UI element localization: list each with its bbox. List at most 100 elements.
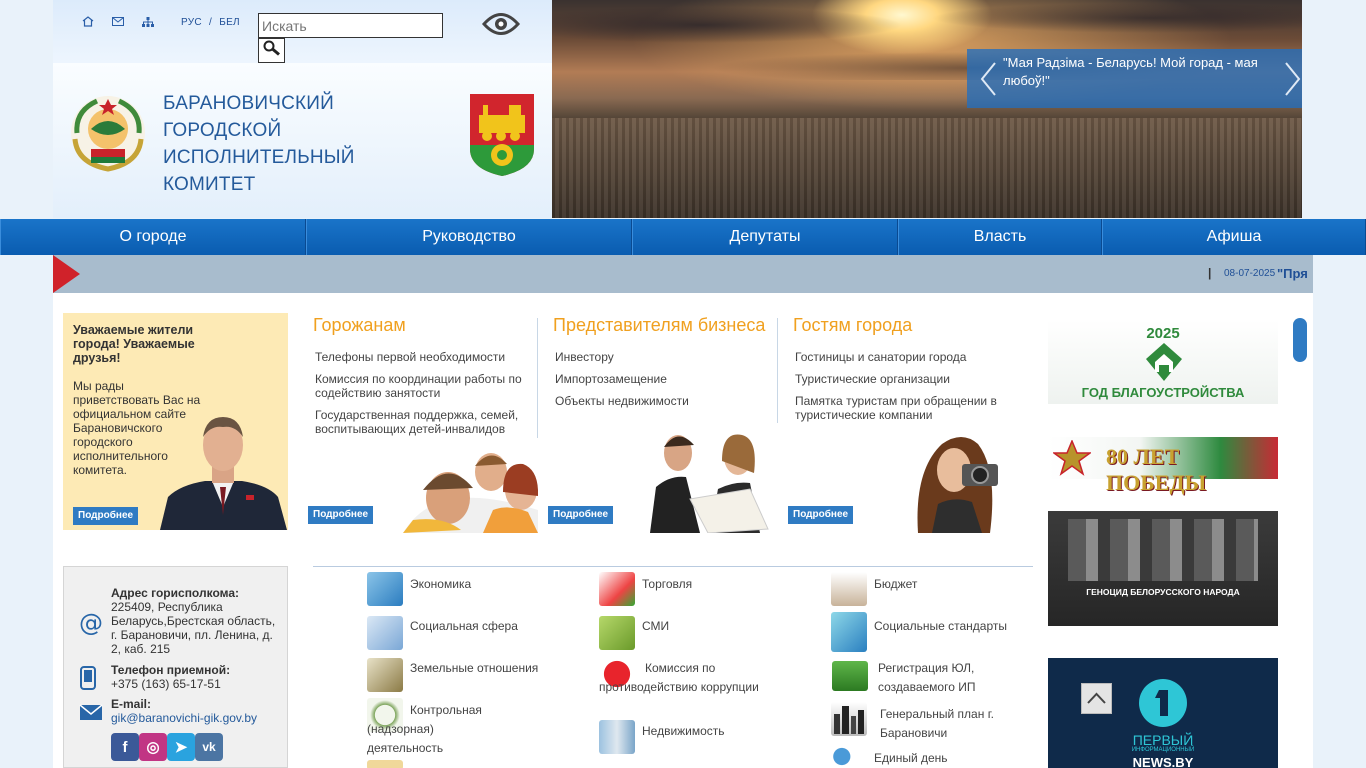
land-relations-icon[interactable] [367, 658, 403, 692]
category-general-plan[interactable]: Генеральный план г. Барановичи [880, 705, 1020, 743]
slide-caption: "Мая Радзіма - Беларусь! Мой горад - мая… [967, 49, 1302, 108]
category-real-estate[interactable]: Недвижимость [642, 722, 802, 741]
phone-label: Телефон приемной: [111, 663, 231, 677]
at-sign-icon: @ [79, 610, 103, 636]
phone-number[interactable]: +375 (163) 65-17-51 [111, 677, 221, 691]
list-item[interactable]: Телефоны первой необходимости [315, 350, 530, 364]
tourist-photo [912, 430, 1020, 533]
single-day-icon[interactable] [831, 745, 867, 768]
vk-icon[interactable]: vk [195, 733, 223, 761]
lang-ru[interactable]: РУС [181, 17, 202, 28]
victory-star-icon [1053, 440, 1091, 476]
category-land[interactable]: Земельные отношения [410, 659, 570, 678]
slide-prev-icon[interactable] [979, 61, 997, 97]
banner-line3: NEWS.BY [1132, 755, 1194, 768]
ticker-separator: | [1208, 266, 1212, 280]
nav-item-events[interactable]: Афиша [1102, 219, 1366, 255]
government-title: БАРАНОВИЧСКИЙ ГОРОДСКОЙ ИСПОЛНИТЕЛЬНЫЙ К… [163, 90, 403, 198]
category-single-day[interactable]: Единый день [874, 749, 1024, 768]
belarus-emblem-icon [67, 93, 149, 173]
archive-photo [1068, 519, 1258, 581]
top-icons [82, 16, 154, 27]
banner-genocide[interactable]: ГЕНОЦИД БЕЛОРУССКОГО НАРОДА [1048, 511, 1278, 626]
list-item[interactable]: Государственная поддержка, семей, воспит… [315, 408, 530, 436]
city-coat-of-arms-icon [469, 93, 535, 177]
sitemap-icon[interactable] [142, 16, 154, 27]
address-label: Адрес горисполкома: [111, 586, 239, 600]
facebook-icon[interactable]: f [111, 733, 139, 761]
category-budget[interactable]: Бюджет [874, 575, 1024, 594]
mail-icon[interactable] [112, 17, 124, 26]
header-photo [552, 0, 1302, 218]
trade-icon[interactable] [599, 572, 635, 606]
address-text: 225409, Республика Беларусь,Брестская об… [111, 600, 276, 656]
nav-item-leadership[interactable]: Руководство [306, 219, 632, 255]
business-more-button[interactable]: Подробнее [548, 506, 614, 524]
category-social[interactable]: Социальная сфера [410, 617, 570, 636]
lang-separator: / [209, 17, 213, 28]
real-estate-icon[interactable] [599, 720, 635, 754]
family-photo [403, 440, 538, 533]
social-standards-icon[interactable] [831, 612, 867, 652]
category-social-standards[interactable]: Социальные стандарты [874, 617, 1024, 636]
email-block: E-mail: gik@baranovichi-gik.gov.by [111, 697, 281, 725]
search-input[interactable] [258, 13, 443, 38]
list-item[interactable]: Инвестору [555, 350, 770, 364]
folder-download-icon[interactable] [832, 661, 868, 691]
accessibility-eye-icon[interactable] [481, 11, 521, 42]
list-item[interactable]: Объекты недвижимости [555, 394, 770, 408]
banner-text: ГЕНОЦИД БЕЛОРУССКОГО НАРОДА [1086, 587, 1240, 597]
banner-improvement-year[interactable]: 2025 ГОД БЛАГОУСТРОЙСТВА [1048, 320, 1278, 404]
nav-item-about-city[interactable]: О городе [0, 219, 306, 255]
chevron-up-icon [1087, 692, 1106, 704]
nav-item-authority[interactable]: Власть [898, 219, 1102, 255]
category-media[interactable]: СМИ [642, 617, 802, 636]
nav-item-deputies[interactable]: Депутаты [632, 219, 898, 255]
ticker-headline[interactable]: "Пря [1277, 266, 1313, 281]
slide-next-icon[interactable] [1284, 61, 1302, 97]
language-switch: РУС / БЕЛ [181, 17, 240, 28]
lang-be[interactable]: БЕЛ [219, 17, 240, 28]
list-item[interactable]: Импортозамещение [555, 372, 770, 386]
list-item[interactable]: Памятка туристам при обращении в туристи… [795, 394, 1010, 422]
media-icon[interactable] [599, 616, 635, 650]
banner-text: 80 ЛЕТ ПОБЕДЫ [1106, 444, 1207, 495]
ticker-date: 08-07-2025 [1224, 268, 1276, 279]
business-title[interactable]: Представителям бизнеса [553, 315, 765, 336]
banner-line1: ПЕРВЫЙ [1132, 732, 1194, 748]
city-plan-icon[interactable] [831, 702, 867, 736]
budget-icon[interactable] [831, 572, 867, 606]
category-anticorruption[interactable]: Комиссия по противодействию коррупции [599, 659, 759, 697]
category-economy[interactable]: Экономика [410, 575, 570, 594]
scrollbar-thumb[interactable] [1293, 318, 1307, 362]
telegram-icon[interactable]: ➤ [167, 733, 195, 761]
citizens-more-button[interactable]: Подробнее [308, 506, 374, 524]
email-label: E-mail: [111, 697, 152, 711]
citizens-title[interactable]: Горожанам [313, 315, 406, 336]
ticker-flag-icon [53, 255, 80, 293]
title-line-1: БАРАНОВИЧСКИЙ [163, 93, 334, 114]
banner-victory[interactable]: 80 ЛЕТ ПОБЕДЫ [1048, 437, 1278, 495]
home-icon[interactable] [82, 16, 94, 27]
divider [313, 566, 1033, 567]
email-link[interactable]: gik@baranovichi-gik.gov.by [111, 711, 257, 725]
welcome-more-button[interactable]: Подробнее [73, 507, 139, 525]
category-icon[interactable] [367, 760, 403, 768]
welcome-heading: Уважаемые жители города! Уважаемые друзь… [73, 323, 195, 365]
list-item[interactable]: Гостиницы и санатории города [795, 350, 1010, 364]
list-item[interactable]: Туристические организации [795, 372, 1010, 386]
economy-icon[interactable] [367, 572, 403, 606]
search-button[interactable] [258, 38, 285, 63]
search-icon [263, 40, 281, 61]
guests-more-button[interactable]: Подробнее [788, 506, 854, 524]
business-photo [650, 425, 778, 533]
scroll-to-top-button[interactable] [1081, 683, 1112, 714]
instagram-icon[interactable]: ◎ [139, 733, 167, 761]
category-trade[interactable]: Торговля [642, 575, 802, 594]
social-sphere-icon[interactable] [367, 616, 403, 650]
guests-title[interactable]: Гостям города [793, 315, 912, 336]
category-registration[interactable]: Регистрация ЮЛ, создаваемого ИП [878, 659, 1008, 697]
banner-year: 2025 [1146, 325, 1180, 342]
category-control[interactable]: Контрольная (надзорная) деятельность [367, 701, 497, 758]
list-item[interactable]: Комиссия по координации работы по содейс… [315, 372, 530, 400]
